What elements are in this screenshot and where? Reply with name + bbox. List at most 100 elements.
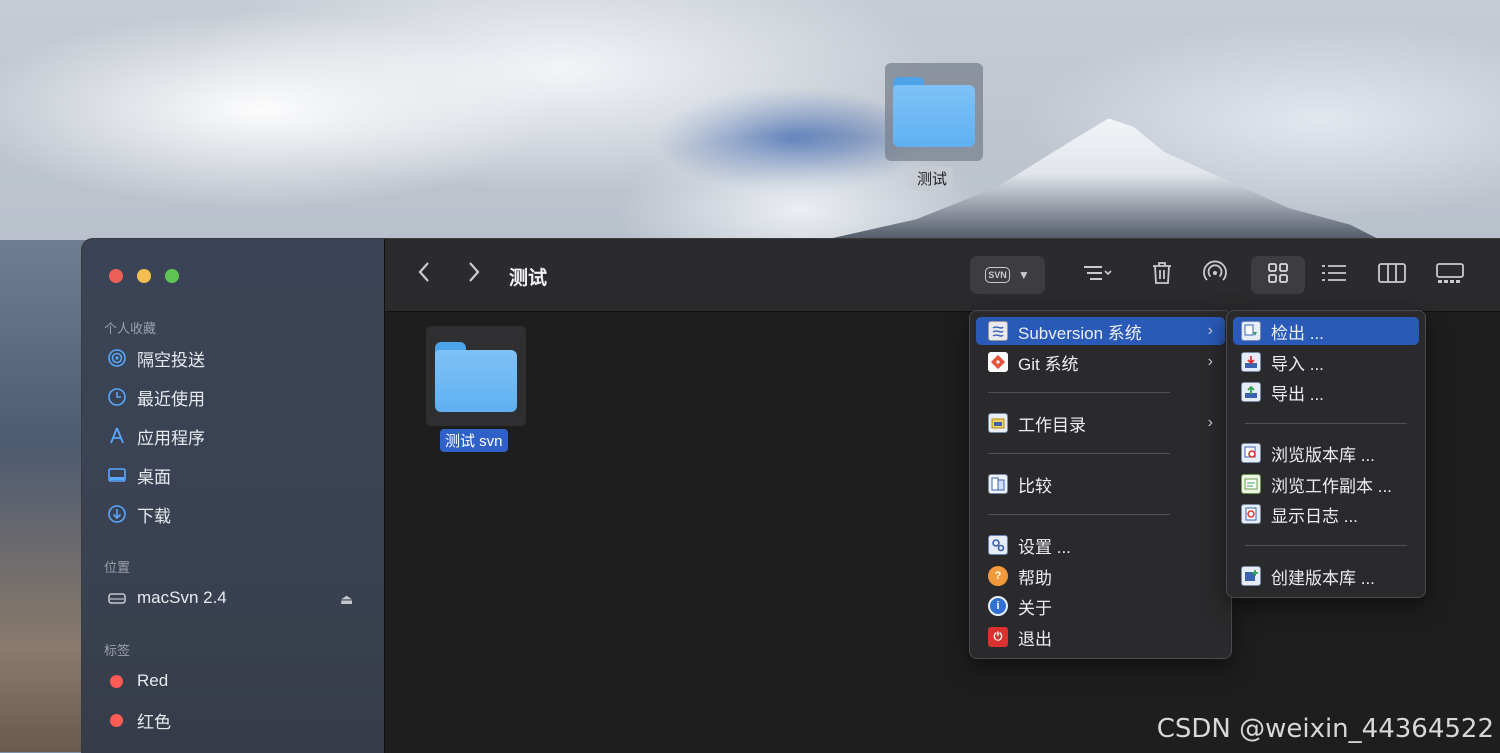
- desktop-icon: [106, 464, 128, 486]
- forward-button[interactable]: [467, 259, 481, 290]
- menu-item-label: 导入 ...: [1271, 354, 1324, 374]
- menu-item-compare[interactable]: 比较: [976, 470, 1225, 498]
- watermark: CSDN @weixin_44364522: [1156, 714, 1494, 744]
- list-icon: [1321, 263, 1347, 288]
- minimize-button[interactable]: [137, 269, 151, 283]
- sidebar-item-applications[interactable]: 应用程序: [106, 423, 205, 449]
- wallpaper-left-mountain: [0, 240, 90, 752]
- submenu-item-import[interactable]: 导入 ...: [1233, 348, 1419, 376]
- sidebar-tag-red[interactable]: Red: [106, 668, 168, 694]
- subversion-submenu: 检出 ... 导入 ... 导出 ... 浏览版本库 ... 浏览工作副本 ..…: [1226, 310, 1426, 598]
- trash-button[interactable]: [1147, 256, 1177, 294]
- file-item-label[interactable]: 测试 svn: [440, 429, 508, 452]
- list-group-icon: [1082, 263, 1112, 288]
- menu-item-working-dir[interactable]: 工作目录 ›: [976, 409, 1225, 437]
- menu-item-about[interactable]: i 关于: [976, 592, 1225, 620]
- sidebar-item-label: 隔空投送: [137, 350, 205, 370]
- chevron-right-icon: ›: [1207, 414, 1213, 431]
- desktop-folder-label: 测试: [911, 167, 954, 190]
- icon-view-button[interactable]: [1251, 256, 1305, 294]
- menu-item-label: 关于: [1018, 598, 1052, 618]
- applications-icon: [106, 425, 128, 447]
- sidebar-item-label: macSvn 2.4: [137, 588, 227, 607]
- airdrop-icon: [1202, 260, 1228, 291]
- working-dir-icon: [988, 413, 1008, 433]
- window-title: 测试: [509, 268, 548, 289]
- folder-icon: [893, 77, 975, 147]
- chevron-down-icon: ▼: [1017, 268, 1030, 282]
- submenu-item-create-repo[interactable]: 创建版本库 ...: [1233, 562, 1419, 590]
- menu-separator: [988, 392, 1170, 393]
- column-view-button[interactable]: [1375, 256, 1409, 294]
- menu-item-label: 比较: [1018, 476, 1052, 496]
- sidebar-item-downloads[interactable]: 下载: [106, 501, 171, 527]
- close-button[interactable]: [109, 269, 123, 283]
- create-repo-icon: [1241, 566, 1261, 586]
- help-icon: ?: [988, 566, 1008, 586]
- menu-item-label: 显示日志 ...: [1271, 506, 1358, 526]
- menu-item-quit[interactable]: ⏻ 退出: [976, 623, 1225, 651]
- folder-icon: [435, 342, 517, 412]
- sidebar-locations-header: 位置: [104, 560, 131, 575]
- zoom-button[interactable]: [165, 269, 179, 283]
- sidebar-item-label: Red: [137, 671, 169, 690]
- airdrop-icon: [106, 347, 128, 369]
- menu-item-label: 浏览版本库 ...: [1271, 445, 1375, 465]
- eject-icon[interactable]: ⏏: [340, 591, 353, 608]
- menu-item-label: 导出 ...: [1271, 384, 1324, 404]
- menu-item-subversion[interactable]: Subversion 系统 ›: [976, 317, 1225, 345]
- chevron-right-icon: ›: [1207, 322, 1213, 339]
- menu-item-label: 工作目录: [1018, 415, 1086, 435]
- toolbar: 测试 SVN ▼: [385, 239, 1500, 312]
- airdrop-button[interactable]: [1200, 256, 1230, 294]
- sidebar-item-label: 下载: [137, 506, 171, 526]
- sidebar-tag-hongse[interactable]: 红色: [106, 707, 171, 733]
- file-item[interactable]: [426, 326, 526, 426]
- chevron-right-icon: ›: [1207, 353, 1213, 370]
- submenu-item-browse-working-copy[interactable]: 浏览工作副本 ...: [1233, 470, 1419, 498]
- quit-icon: ⏻: [988, 627, 1008, 647]
- desktop-folder[interactable]: [885, 63, 983, 161]
- submenu-item-browse-repo[interactable]: 浏览版本库 ...: [1233, 439, 1419, 467]
- browse-repo-icon: [1241, 443, 1261, 463]
- columns-icon: [1378, 262, 1406, 289]
- submenu-item-checkout[interactable]: 检出 ...: [1233, 317, 1419, 345]
- submenu-item-export[interactable]: 导出 ...: [1233, 378, 1419, 406]
- about-icon: i: [988, 596, 1008, 616]
- sidebar-item-desktop[interactable]: 桌面: [106, 462, 171, 488]
- menu-item-label: 浏览工作副本 ...: [1271, 476, 1392, 496]
- tag-color-dot: [110, 674, 123, 688]
- export-icon: [1241, 382, 1261, 402]
- svn-context-menu: Subversion 系统 › Git 系统 › 工作目录 › 比较 设置 ..…: [969, 310, 1232, 659]
- menu-separator: [988, 514, 1170, 515]
- trash-icon: [1151, 261, 1173, 290]
- group-by-button[interactable]: [1067, 256, 1127, 294]
- menu-item-git[interactable]: Git 系统 ›: [976, 348, 1225, 376]
- sidebar-favorites-header: 个人收藏: [104, 321, 157, 336]
- checkout-icon: [1241, 321, 1261, 341]
- sidebar-item-label: 应用程序: [137, 428, 205, 448]
- sidebar-item-label: 最近使用: [137, 389, 205, 409]
- svn-icon: SVN: [985, 267, 1010, 283]
- tag-color-dot: [110, 713, 123, 727]
- sidebar-item-recents[interactable]: 最近使用: [106, 384, 205, 410]
- sidebar-item-airdrop[interactable]: 隔空投送: [106, 345, 205, 371]
- import-icon: [1241, 352, 1261, 372]
- back-button[interactable]: [417, 259, 431, 290]
- clock-icon: [106, 386, 128, 408]
- sidebar-item-macsvn[interactable]: macSvn 2.4: [106, 585, 227, 611]
- list-view-button[interactable]: [1317, 256, 1351, 294]
- menu-item-help[interactable]: ? 帮助: [976, 562, 1225, 590]
- settings-icon: [988, 535, 1008, 555]
- sidebar-item-label: 红色: [137, 712, 171, 732]
- menu-separator: [1245, 423, 1407, 424]
- gallery-icon: [1436, 262, 1464, 289]
- gallery-view-button[interactable]: [1433, 256, 1467, 294]
- menu-item-settings[interactable]: 设置 ...: [976, 531, 1225, 559]
- sidebar: 个人收藏 隔空投送 最近使用 应用程序 桌面 下载 位置 macSvn 2.4 …: [82, 239, 385, 753]
- submenu-item-show-log[interactable]: 显示日志 ...: [1233, 500, 1419, 528]
- menu-item-label: 设置 ...: [1018, 537, 1071, 557]
- svn-menu-button[interactable]: SVN ▼: [970, 256, 1045, 294]
- browse-working-copy-icon: [1241, 474, 1261, 494]
- grid-icon: [1267, 262, 1289, 289]
